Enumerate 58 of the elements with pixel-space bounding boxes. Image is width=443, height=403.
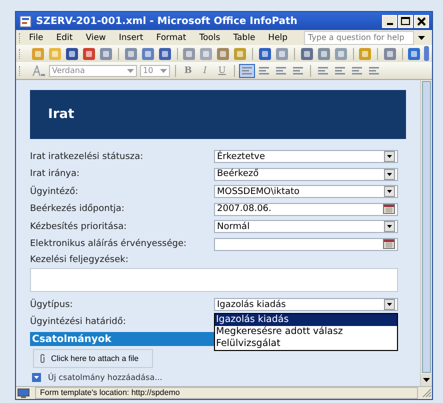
field-label: Irat iránya: (30, 169, 81, 180)
font-size-dropdown[interactable]: 10 (140, 64, 170, 76)
dropdown-field[interactable]: Normál (214, 220, 398, 234)
menu-item[interactable]: View (86, 32, 106, 42)
maximize-button[interactable] (398, 14, 413, 28)
status-text: Form template's location: http://spdemo (35, 387, 418, 399)
menu-item[interactable]: Help (268, 32, 288, 42)
date-field[interactable] (214, 238, 398, 251)
dropdown-field[interactable]: Beérkező (214, 168, 398, 181)
date-field[interactable]: 2007.08.06. (214, 202, 398, 216)
calendar-icon[interactable] (383, 239, 395, 250)
window-title: SZERV-201-001.xml - Microsoft Office InfoPath (36, 16, 298, 26)
dropdown-arrow-icon[interactable] (418, 36, 425, 40)
resize-grip-icon[interactable] (422, 388, 432, 398)
menu-item[interactable]: Edit (56, 32, 73, 42)
field-label: Irat iratkezelési státusza: (30, 152, 144, 162)
field-label: Ügyintézési határidő: (30, 317, 127, 328)
caret-icon (127, 68, 134, 72)
dropdown-option[interactable]: Felülvizsgálat (215, 338, 397, 350)
menu-item[interactable]: Format (156, 32, 186, 42)
toolbar-options-button[interactable] (424, 46, 429, 61)
dropdown-option[interactable]: Igazolás kiadás (215, 314, 397, 326)
add-attachment-link[interactable]: Új csatolmány hozzáadása... (48, 373, 162, 382)
menu-item[interactable]: Table (233, 32, 256, 42)
caret-icon (160, 68, 167, 72)
menu-item[interactable]: Insert (118, 32, 144, 42)
dropdown-field[interactable]: Érkeztetve (214, 150, 398, 164)
maximize-icon (401, 16, 410, 26)
menu-item[interactable]: File (29, 32, 44, 42)
field-label: Elektronikus aláírás érvényessége: (30, 239, 188, 250)
field-label: Kézbesítés prioritása: (30, 222, 128, 232)
minimize-button[interactable] (382, 14, 397, 28)
field-label: Kezelési feljegyzések: (30, 255, 130, 265)
application-icon (19, 14, 32, 28)
form-title: Irat (48, 107, 74, 122)
calendar-icon[interactable] (383, 204, 395, 214)
dropdown-field[interactable]: Igazolás kiadás (214, 298, 398, 312)
dropdown-field[interactable]: MOSSDEMO\iktato (214, 185, 398, 198)
help-search-field[interactable]: Type a question for help (304, 30, 414, 44)
computer-icon (17, 388, 31, 398)
field-label: Beérkezés időpontja: (30, 204, 126, 214)
align-left-icon[interactable] (240, 64, 254, 76)
dropdown-option[interactable]: Megkeresésre adott válasz (215, 326, 397, 338)
scroll-down-icon[interactable] (423, 378, 430, 382)
notes-field[interactable] (30, 268, 398, 292)
insert-item-icon[interactable] (32, 373, 41, 382)
field-label: Ügyintéző: (30, 186, 80, 197)
styles-icon[interactable] (32, 64, 46, 76)
minimize-icon (386, 22, 392, 24)
paperclip-icon (40, 354, 46, 363)
close-button[interactable] (414, 14, 429, 28)
attach-file-button[interactable]: Click here to attach a file (33, 349, 153, 368)
menu-item[interactable]: Tools (199, 32, 220, 42)
font-dropdown[interactable]: Verdana (49, 64, 137, 76)
close-icon (417, 16, 426, 26)
field-label: Ügytípus: (30, 300, 74, 310)
vertical-scrollbar[interactable] (420, 80, 432, 386)
section-title: Csatolmányok (32, 334, 112, 344)
